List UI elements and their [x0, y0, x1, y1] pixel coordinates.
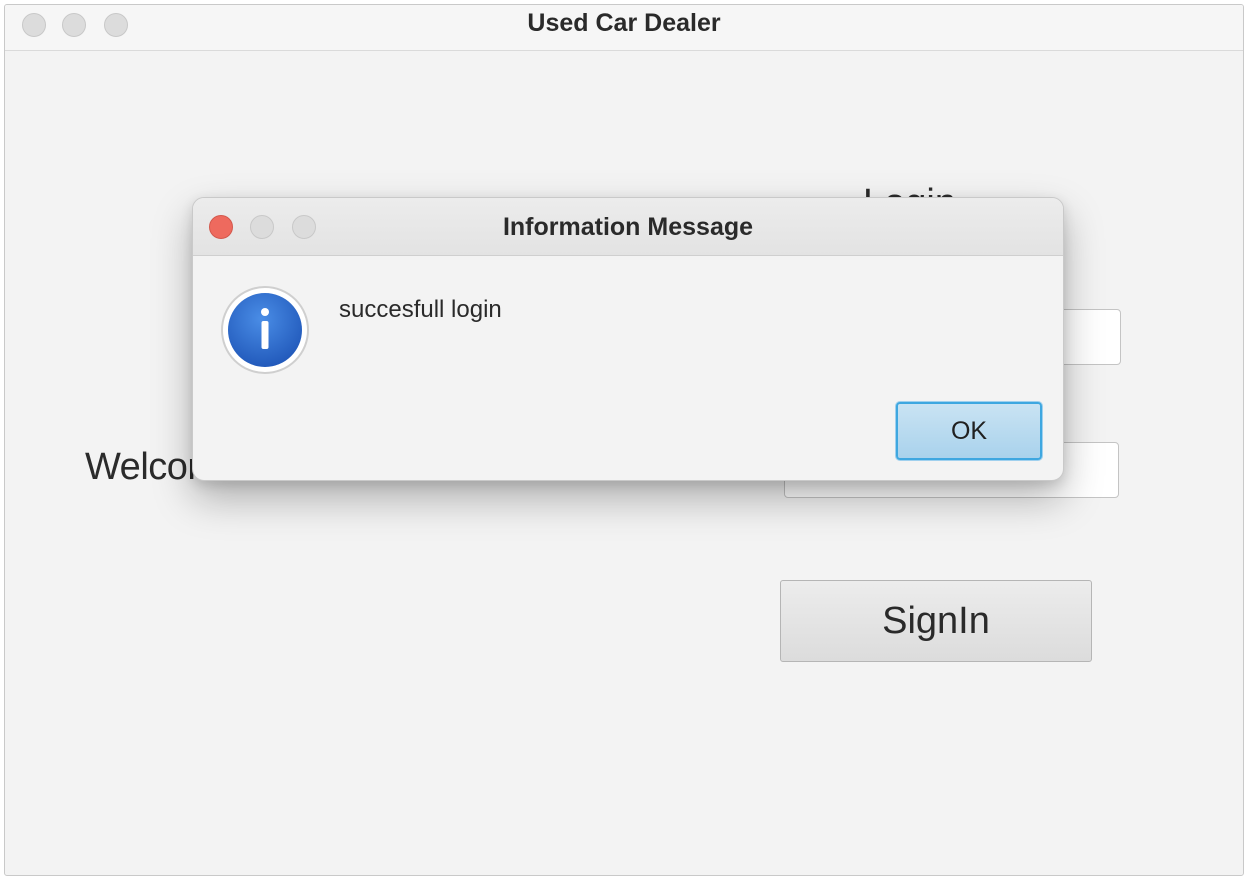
info-icon [221, 286, 309, 374]
ok-button[interactable]: OK [896, 402, 1042, 460]
window-title: Used Car Dealer [527, 9, 721, 37]
username-field[interactable] [1055, 309, 1121, 365]
dialog-title: Information Message [502, 213, 754, 241]
main-titlebar: Used Car Dealer [5, 5, 1243, 51]
information-dialog: Information Message succesfull login OK [192, 197, 1064, 481]
dialog-titlebar: Information Message [193, 198, 1063, 256]
dialog-message: succesfull login [339, 296, 502, 323]
signin-button[interactable]: SignIn [780, 580, 1092, 662]
